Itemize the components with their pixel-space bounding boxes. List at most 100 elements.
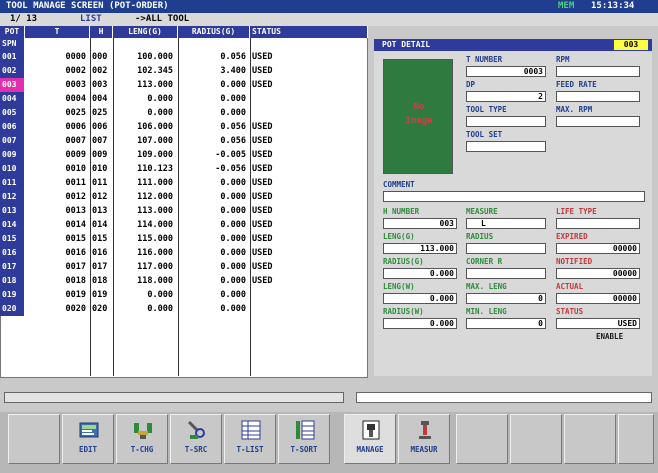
- cell-tool-number: 0012: [65, 192, 86, 202]
- actual-field[interactable]: 00000: [556, 293, 640, 304]
- softkey-tsort[interactable]: T-SORT: [278, 414, 330, 464]
- tool-sort-icon: [294, 419, 316, 441]
- measure-field[interactable]: L: [466, 218, 546, 229]
- cell-length: 102.345: [137, 66, 173, 76]
- softkey-left-arrow[interactable]: [8, 414, 60, 464]
- softkey-right-arrow[interactable]: [618, 414, 654, 464]
- row-pot-number[interactable]: 019: [0, 288, 24, 302]
- row-pot-number[interactable]: 006: [0, 120, 24, 134]
- status-field[interactable]: USED: [556, 318, 640, 329]
- rpm-field[interactable]: [556, 66, 640, 77]
- row-pot-number[interactable]: 014: [0, 218, 24, 232]
- cell-radius: 0.000: [220, 206, 246, 216]
- cell-tool-number: 0018: [65, 276, 86, 286]
- softkey-measur[interactable]: MEASUR: [398, 414, 450, 464]
- cell-status: USED: [252, 276, 273, 286]
- softkey-tlist[interactable]: T-LIST: [224, 414, 276, 464]
- softkey-label: T-SORT: [290, 445, 318, 454]
- row-pot-number[interactable]: 004: [0, 92, 24, 106]
- row-pot-number[interactable]: 007: [0, 134, 24, 148]
- leng-g-field[interactable]: 113.000: [383, 243, 457, 254]
- cell-length: 110.123: [137, 164, 173, 174]
- cell-length: 113.000: [137, 206, 173, 216]
- cell-tool-number: 0020: [65, 304, 86, 314]
- h-number-field[interactable]: 003: [383, 218, 457, 229]
- cell-h-number: 014: [92, 220, 108, 230]
- row-pot-number[interactable]: 016: [0, 246, 24, 260]
- softkey-edit[interactable]: EDIT: [62, 414, 114, 464]
- radius-label: RADIUS: [466, 232, 494, 241]
- cell-tool-number: 0014: [65, 220, 86, 230]
- life-type-field[interactable]: [556, 218, 640, 229]
- cell-length: 0.000: [147, 290, 173, 300]
- comment-label: COMMENT: [383, 180, 415, 189]
- cell-radius: 0.000: [220, 262, 246, 272]
- spn-label: SPN: [0, 38, 24, 50]
- cell-tool-number: 0006: [65, 122, 86, 132]
- max-leng-field[interactable]: 0: [466, 293, 546, 304]
- row-pot-number[interactable]: 010: [0, 162, 24, 176]
- cell-length: 0.000: [147, 94, 173, 104]
- cell-radius: 0.000: [220, 80, 246, 90]
- cell-radius: 0.000: [220, 290, 246, 300]
- tool-list-icon: [240, 419, 262, 441]
- t-number-field[interactable]: 0003: [466, 66, 546, 77]
- softkey-label: T-LIST: [236, 445, 264, 454]
- cell-length: 106.000: [137, 122, 173, 132]
- softkey-tchg[interactable]: T-CHG: [116, 414, 168, 464]
- dp-field[interactable]: 2: [466, 91, 546, 102]
- status-line: [4, 392, 344, 403]
- softkey-manage[interactable]: MANAGE: [344, 414, 396, 464]
- tool-type-field[interactable]: [466, 116, 546, 127]
- filter-label: ->ALL TOOL: [135, 14, 190, 24]
- cell-status: USED: [252, 122, 273, 132]
- softkey-empty[interactable]: [564, 414, 616, 464]
- cell-h-number: 009: [92, 150, 108, 160]
- softkey-empty[interactable]: [456, 414, 508, 464]
- cell-h-number: 010: [92, 164, 108, 174]
- expired-field[interactable]: 00000: [556, 243, 640, 254]
- radius-w-field[interactable]: 0.000: [383, 318, 457, 329]
- cell-h-number: 004: [92, 94, 108, 104]
- cell-length: 113.000: [137, 80, 173, 90]
- row-pot-number[interactable]: 018: [0, 274, 24, 288]
- radius-g-field[interactable]: 0.000: [383, 268, 457, 279]
- notified-field[interactable]: 00000: [556, 268, 640, 279]
- row-pot-number[interactable]: 020: [0, 302, 24, 316]
- row-pot-number[interactable]: 002: [0, 64, 24, 78]
- row-pot-number[interactable]: 012: [0, 190, 24, 204]
- row-pot-number[interactable]: 005: [0, 106, 24, 120]
- row-pot-number[interactable]: 001: [0, 50, 24, 64]
- softkey-tsrc[interactable]: T-SRC: [170, 414, 222, 464]
- column-divider: [90, 38, 91, 376]
- corner-r-field[interactable]: [466, 268, 546, 279]
- notified-label: NOTIFIED: [556, 257, 593, 266]
- row-pot-number[interactable]: 003: [0, 78, 24, 92]
- cell-length: 114.000: [137, 220, 173, 230]
- comment-field[interactable]: [383, 191, 645, 202]
- tool-set-label: TOOL SET: [466, 130, 503, 139]
- row-pot-number[interactable]: 011: [0, 176, 24, 190]
- radius-field[interactable]: [466, 243, 546, 254]
- header-pot: POT: [0, 26, 25, 38]
- rpm-label: RPM: [556, 55, 570, 64]
- row-pot-number[interactable]: 009: [0, 148, 24, 162]
- row-pot-number[interactable]: 013: [0, 204, 24, 218]
- cell-radius: 0.056: [220, 136, 246, 146]
- cell-h-number: 015: [92, 234, 108, 244]
- cell-tool-number: 0010: [65, 164, 86, 174]
- leng-w-field[interactable]: 0.000: [383, 293, 457, 304]
- row-pot-number[interactable]: 015: [0, 232, 24, 246]
- max-rpm-field[interactable]: [556, 116, 640, 127]
- softkey-empty[interactable]: [510, 414, 562, 464]
- cell-tool-number: 0017: [65, 262, 86, 272]
- feed-rate-field[interactable]: [556, 91, 640, 102]
- h-number-label: H NUMBER: [383, 207, 420, 216]
- min-leng-field[interactable]: 0: [466, 318, 546, 329]
- cell-status: USED: [252, 164, 273, 174]
- cell-tool-number: 0002: [65, 66, 86, 76]
- row-pot-number[interactable]: 017: [0, 260, 24, 274]
- cell-tool-number: 0015: [65, 234, 86, 244]
- sub-bar: 1/ 13 LIST ->ALL TOOL: [0, 13, 658, 26]
- tool-set-field[interactable]: [466, 141, 546, 152]
